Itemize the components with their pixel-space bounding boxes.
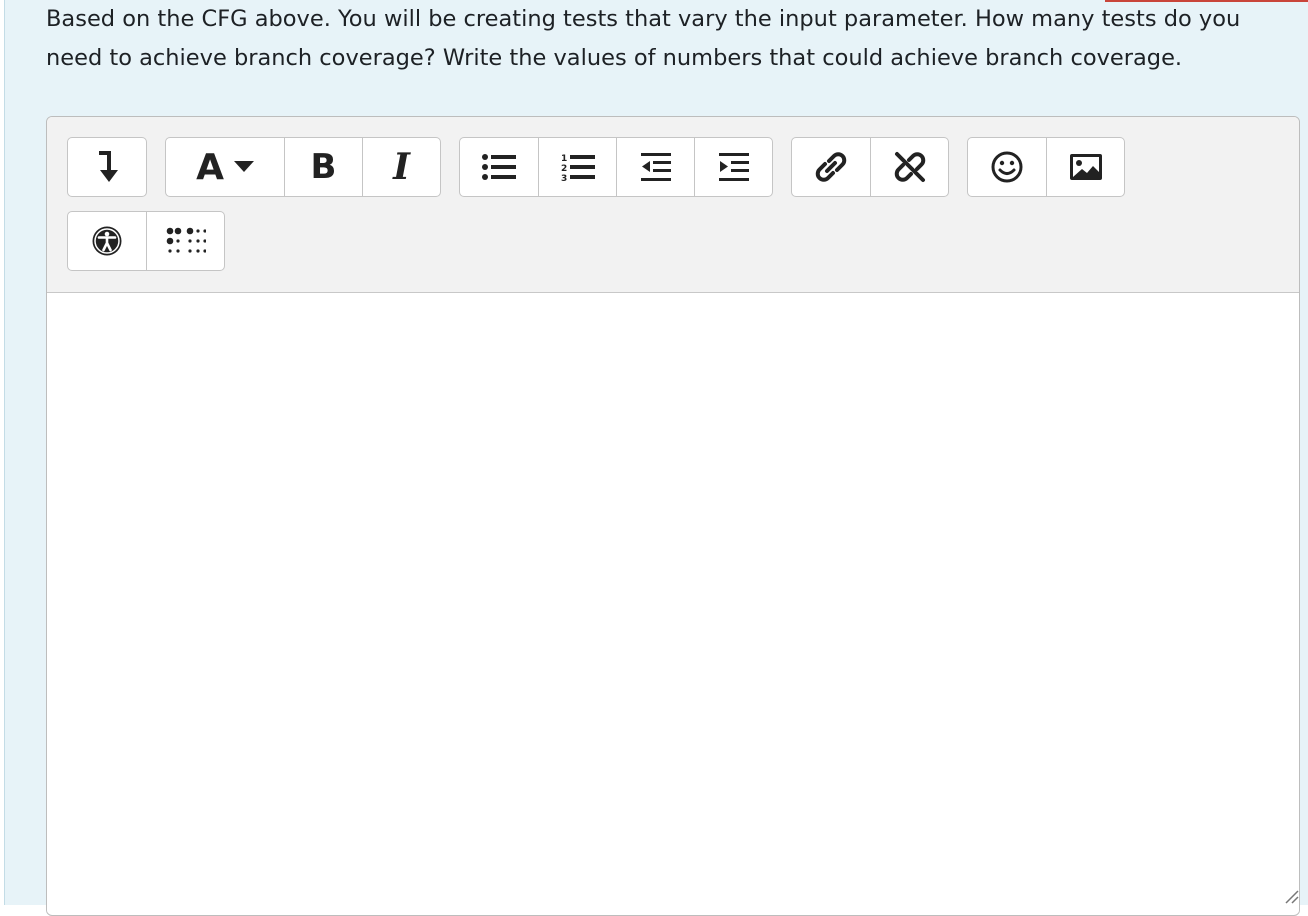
font-style-dropdown-icon: A bbox=[196, 146, 224, 188]
toolbar-group-lists: 1 2 3 bbox=[459, 137, 773, 197]
toolbar-group-links bbox=[791, 137, 949, 197]
emoji-button[interactable] bbox=[968, 138, 1046, 196]
accessibility-icon bbox=[92, 226, 122, 256]
italic-button[interactable]: I bbox=[362, 138, 440, 196]
link-icon bbox=[815, 152, 847, 182]
answer-editor: A B I 1 2 3 bbox=[46, 116, 1300, 916]
svg-text:2: 2 bbox=[561, 164, 567, 174]
accessibility-checker-button[interactable] bbox=[68, 212, 146, 270]
unlink-icon bbox=[894, 152, 925, 182]
indent-icon bbox=[718, 153, 749, 181]
resize-handle-icon[interactable] bbox=[1282, 887, 1300, 905]
emoji-icon bbox=[991, 151, 1023, 183]
bold-button[interactable]: B bbox=[284, 138, 362, 196]
unordered-list-icon bbox=[482, 154, 516, 180]
editor-toolbar: A B I 1 2 3 bbox=[47, 117, 1299, 293]
chevron-down-icon bbox=[233, 161, 254, 172]
italic-icon: I bbox=[393, 146, 410, 188]
unordered-list-button[interactable] bbox=[460, 138, 538, 196]
image-button[interactable] bbox=[1046, 138, 1124, 196]
outdent-icon bbox=[640, 153, 671, 181]
collapse-arrow-icon bbox=[99, 151, 118, 182]
ordered-list-button[interactable]: 1 2 3 bbox=[538, 138, 616, 196]
ordered-list-icon: 1 2 3 bbox=[561, 154, 595, 182]
toolbar-group-format: A B I bbox=[165, 137, 441, 197]
toolbar-group-media bbox=[967, 137, 1125, 197]
question-text: Based on the CFG above. You will be crea… bbox=[46, 6, 1241, 71]
indent-button[interactable] bbox=[694, 138, 772, 196]
collapse-toolbar-button[interactable] bbox=[68, 138, 146, 196]
svg-text:3: 3 bbox=[561, 174, 567, 182]
toolbar-group-collapse bbox=[67, 137, 147, 197]
image-icon bbox=[1069, 154, 1102, 180]
link-button[interactable] bbox=[792, 138, 870, 196]
font-style-dropdown[interactable]: A bbox=[166, 138, 284, 196]
toolbar-group-accessibility bbox=[67, 211, 225, 271]
braille-icon bbox=[166, 227, 206, 253]
editor-content-area[interactable] bbox=[47, 293, 1299, 913]
outdent-button[interactable] bbox=[616, 138, 694, 196]
unlink-button[interactable] bbox=[870, 138, 948, 196]
screen-reader-helper-button[interactable] bbox=[146, 212, 224, 270]
svg-text:1: 1 bbox=[561, 154, 567, 164]
bold-icon: B bbox=[310, 147, 337, 187]
